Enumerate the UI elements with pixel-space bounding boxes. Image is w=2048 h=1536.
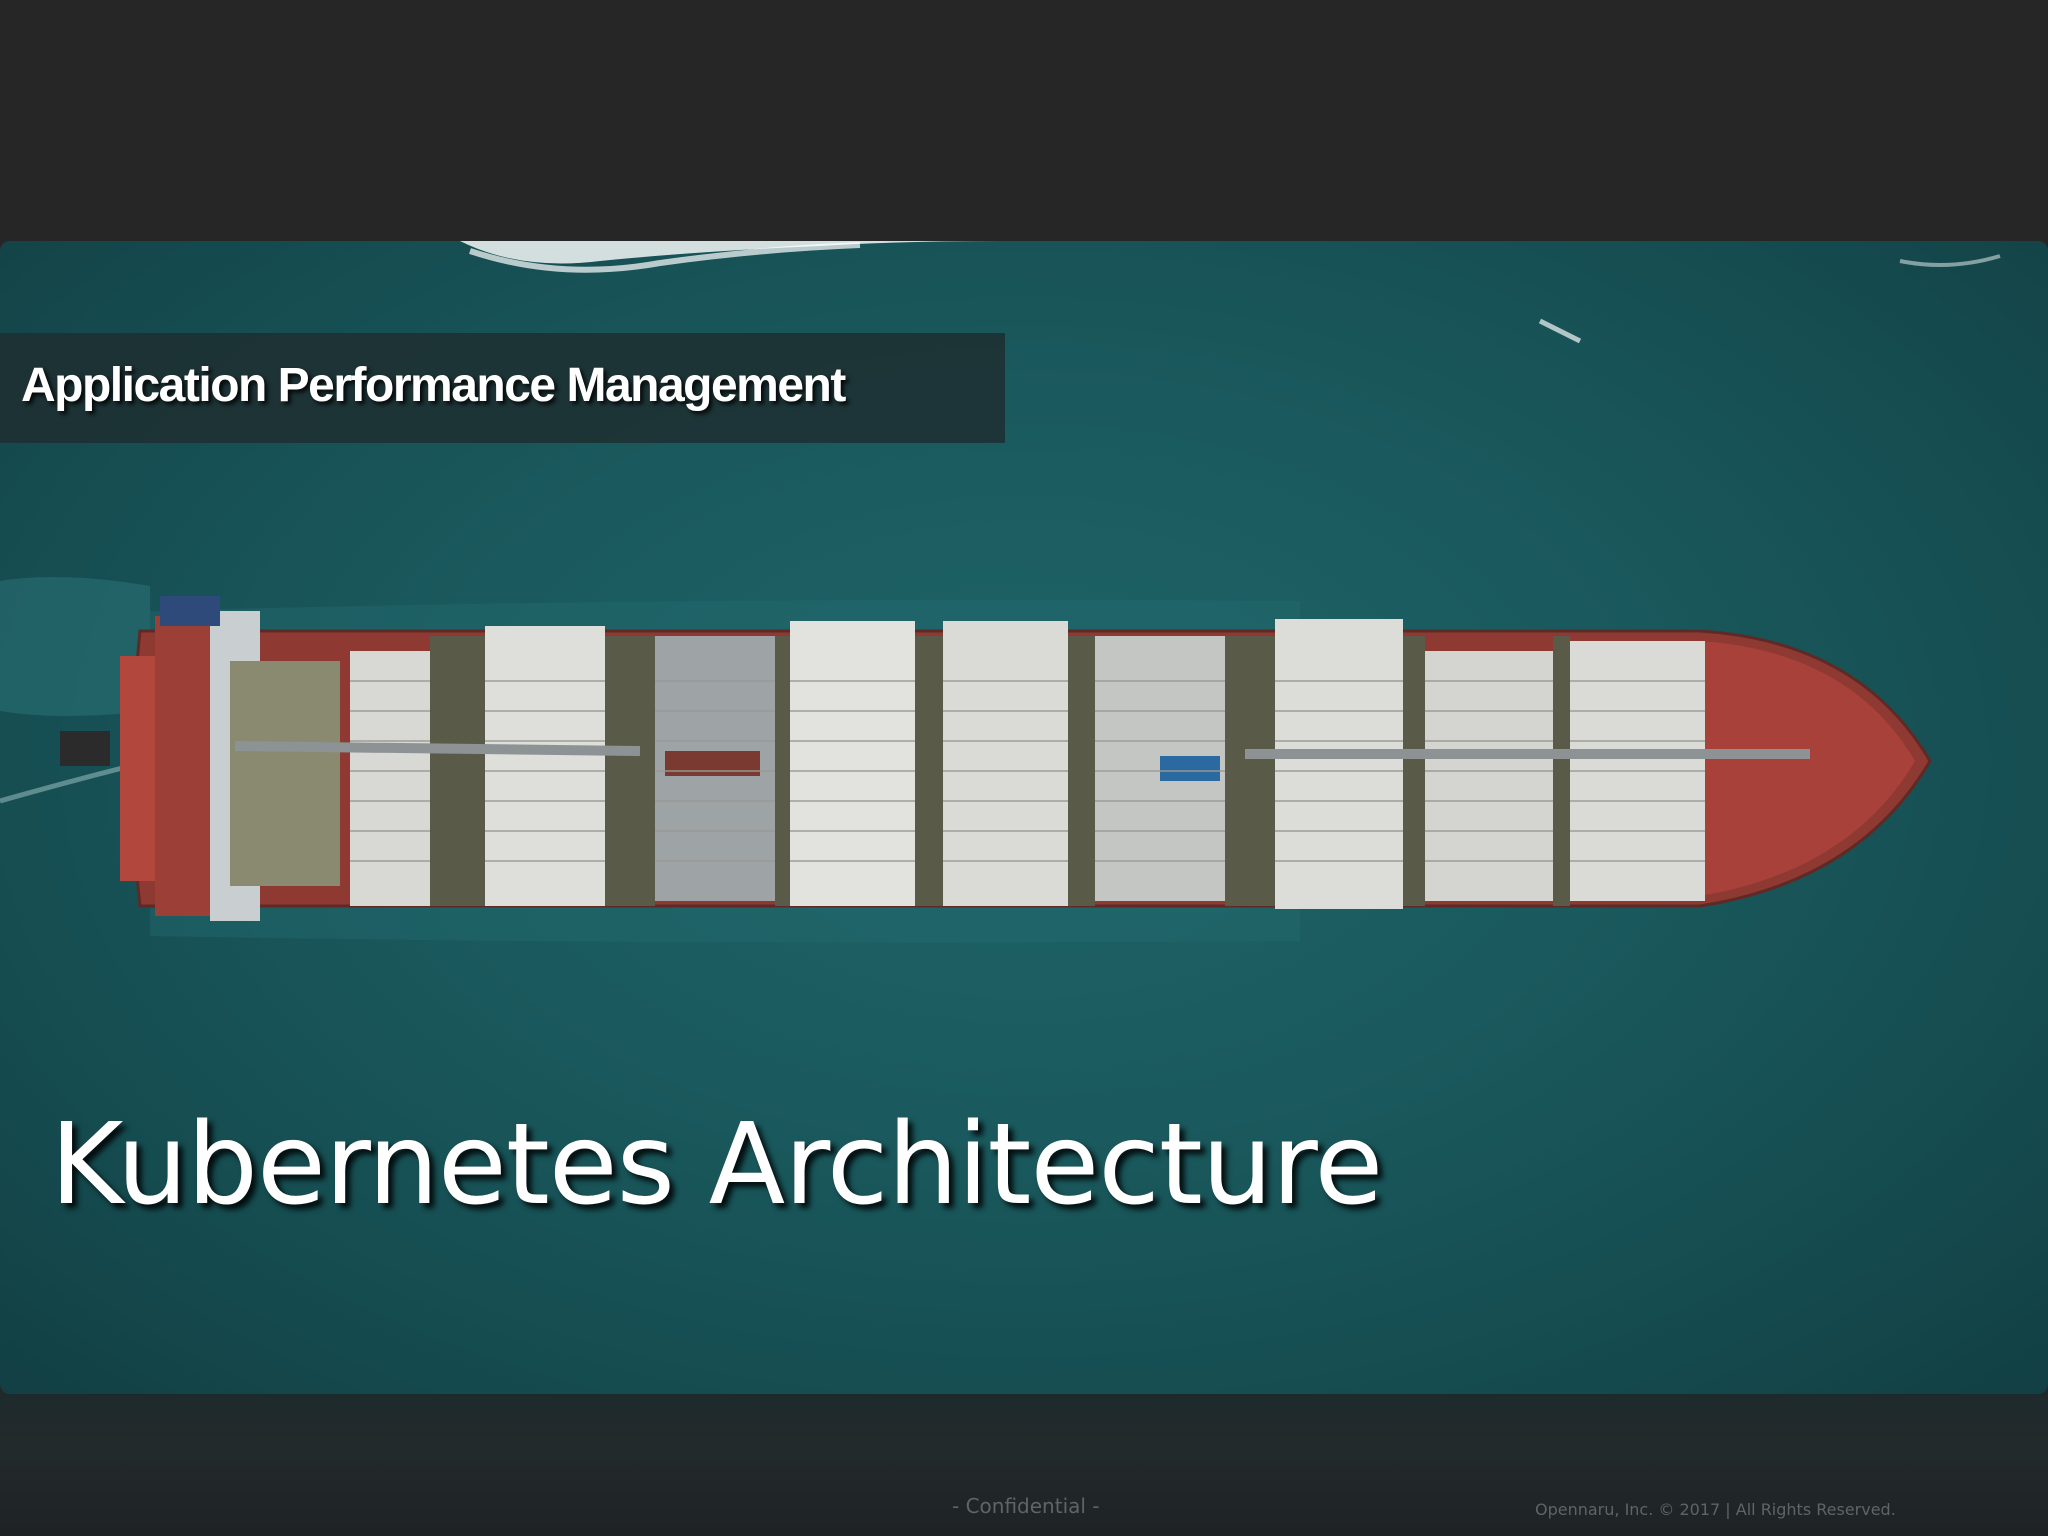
slide: Application Performance Management Kuber… (0, 0, 2048, 1536)
copyright-notice: Opennaru, Inc. © 2017 | All Rights Reser… (1535, 1500, 1896, 1519)
top-letterbox (0, 0, 2048, 241)
container-bays (350, 619, 1705, 909)
slide-title: Kubernetes Architecture (50, 1100, 1383, 1230)
confidential-label: - Confidential - (952, 1494, 1100, 1518)
slide-subtitle: Application Performance Management (21, 359, 846, 412)
